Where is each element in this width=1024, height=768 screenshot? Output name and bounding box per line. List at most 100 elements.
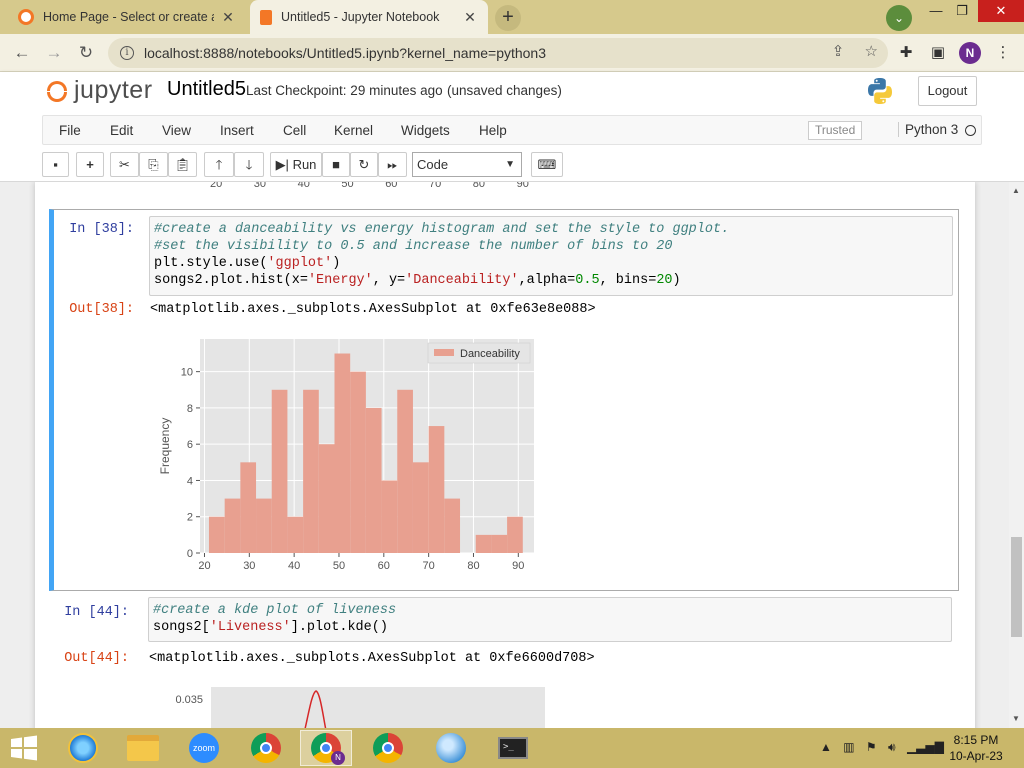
- move-up-icon[interactable]: 🡑︎: [204, 152, 234, 177]
- ytick-label: 6: [187, 439, 193, 451]
- run-label: Run: [292, 157, 317, 172]
- code-editor[interactable]: #create a danceability vs energy histogr…: [149, 216, 953, 296]
- share-icon[interactable]: ⇪: [832, 43, 845, 60]
- close-tab-icon[interactable]: ✕: [220, 9, 236, 26]
- jupyter-logo[interactable]: jupyter: [46, 76, 153, 105]
- interrupt-icon[interactable]: ■: [322, 152, 350, 177]
- chrome-alt-icon[interactable]: [362, 730, 414, 766]
- code-cell-44[interactable]: In [44]: #create a kde plot of liveness …: [49, 593, 959, 728]
- run-icon: ▶︎|: [275, 157, 289, 172]
- ytick-label: 10: [181, 367, 193, 379]
- file-explorer-icon[interactable]: [117, 730, 169, 766]
- logout-button[interactable]: Logout: [918, 76, 977, 106]
- side-panel-icon[interactable]: ▣: [925, 40, 951, 66]
- app-circle-icon[interactable]: [425, 730, 477, 766]
- ytick-label: 0: [187, 548, 193, 560]
- xtick-label: 60: [378, 560, 390, 572]
- notebook-container: 20 30 40 50 60 70 80 90 In [38]: #create a danc…: [35, 182, 975, 728]
- extensions-puzzle-icon[interactable]: ✚: [893, 40, 919, 66]
- jupyter-header: jupyter Untitled5 Last Checkpoint: 29 mi…: [0, 72, 1024, 182]
- ytick-label: 4: [187, 475, 193, 487]
- tab-search-chevron-icon[interactable]: ⌄: [886, 5, 912, 31]
- cell-type-select[interactable]: Code ▼: [412, 152, 522, 177]
- code-line: plt.style.use('ggplot'): [154, 256, 341, 271]
- chrome-icon[interactable]: [240, 730, 292, 766]
- histogram-bar: [224, 498, 241, 553]
- insert-cell-icon[interactable]: +: [76, 152, 104, 177]
- page-scrollbar[interactable]: ▲ ▼: [1009, 182, 1024, 728]
- previous-xtick-label: 80: [472, 182, 486, 190]
- signal-icon[interactable]: ▁▃▅▇: [907, 740, 944, 754]
- copy-icon[interactable]: ⎘: [139, 152, 168, 177]
- scrollbar-thumb[interactable]: [1011, 537, 1022, 637]
- close-window-button[interactable]: ✕: [978, 0, 1024, 22]
- menu-view[interactable]: View: [162, 123, 191, 138]
- terminal-icon[interactable]: >_: [487, 730, 539, 766]
- move-down-icon[interactable]: 🡓︎: [234, 152, 264, 177]
- ytick-label: 2: [187, 512, 193, 524]
- kernel-idle-icon: [965, 125, 976, 136]
- histogram-bar: [475, 534, 492, 553]
- restart-icon[interactable]: ↻: [350, 152, 378, 177]
- code-line: songs2.plot.hist(x='Energy', y='Danceabi…: [154, 273, 681, 288]
- close-tab-icon[interactable]: ✕: [462, 9, 478, 26]
- menu-insert[interactable]: Insert: [220, 123, 254, 138]
- tab-untitled5[interactable]: Untitled5 - Jupyter Notebook ✕: [250, 0, 488, 34]
- run-button[interactable]: ▶︎| Run: [270, 152, 322, 177]
- save-icon[interactable]: ▪: [42, 152, 69, 177]
- show-hidden-icons-icon[interactable]: ▲: [820, 740, 832, 754]
- paste-icon[interactable]: 📋︎: [168, 152, 197, 177]
- histogram-bar: [491, 534, 508, 553]
- notebook-scroll-area[interactable]: 20 30 40 50 60 70 80 90 In [38]: #create a danc…: [0, 182, 1024, 728]
- menu-help[interactable]: Help: [479, 123, 507, 138]
- more-menu-icon[interactable]: ⋮: [990, 40, 1016, 66]
- plot-background: [211, 687, 545, 728]
- previous-xtick-label: 60: [385, 182, 398, 190]
- menu-widgets[interactable]: Widgets: [401, 123, 450, 138]
- bookmark-star-icon[interactable]: ☆: [865, 43, 878, 60]
- code-cell-38[interactable]: In [38]: #create a danceability vs energ…: [49, 209, 959, 591]
- histogram-bar: [287, 516, 304, 553]
- code-line: #set the visibility to 0.5 and increase …: [154, 239, 673, 254]
- tab-home-page[interactable]: Home Page - Select or create a n ✕: [8, 0, 246, 34]
- histogram-bar: [397, 389, 413, 553]
- back-arrow-icon[interactable]: ←: [9, 40, 35, 66]
- scroll-down-icon[interactable]: ▼: [1012, 714, 1020, 723]
- forward-arrow-icon[interactable]: →: [41, 40, 67, 66]
- restart-run-all-icon[interactable]: ⏩︎: [378, 152, 407, 177]
- internet-explorer-icon[interactable]: [57, 730, 109, 766]
- previous-xtick-label: 40: [297, 182, 310, 190]
- code-editor[interactable]: #create a kde plot of liveness songs2['L…: [148, 597, 952, 642]
- windows-start-icon[interactable]: [10, 735, 38, 761]
- histogram-bar: [240, 462, 257, 553]
- new-tab-button[interactable]: +: [495, 5, 521, 31]
- xtick-label: 30: [243, 560, 255, 572]
- kernel-name[interactable]: Python 3: [898, 122, 958, 137]
- address-bar[interactable]: i localhost:8888/notebooks/Untitled5.ipy…: [108, 38, 888, 68]
- scroll-up-icon[interactable]: ▲: [1012, 186, 1020, 195]
- reload-icon[interactable]: ↻: [73, 40, 99, 66]
- volume-icon[interactable]: 🔊︎: [888, 740, 896, 754]
- menu-edit[interactable]: Edit: [110, 123, 133, 138]
- site-info-icon[interactable]: i: [120, 46, 134, 60]
- trusted-indicator[interactable]: Trusted: [808, 121, 863, 140]
- tab-title: Untitled5 - Jupyter Notebook: [281, 10, 440, 24]
- xtick-label: 80: [467, 560, 479, 572]
- command-palette-keyboard-icon[interactable]: ⌨: [531, 152, 563, 177]
- network-icon[interactable]: ▥: [843, 740, 854, 754]
- output-text: <matplotlib.axes._subplots.AxesSubplot a…: [149, 651, 595, 666]
- menu-cell[interactable]: Cell: [283, 123, 306, 138]
- maximize-window-button[interactable]: ❐: [942, 0, 982, 22]
- zoom-app-icon[interactable]: zoom: [178, 730, 230, 766]
- cut-icon[interactable]: ✂: [110, 152, 139, 177]
- taskbar-clock[interactable]: 8:15 PM 10-Apr-23: [940, 732, 1012, 764]
- notebook-name[interactable]: Untitled5: [167, 78, 246, 101]
- histogram-bar: [507, 516, 523, 553]
- output-text: <matplotlib.axes._subplots.AxesSubplot a…: [150, 302, 596, 317]
- profile-avatar[interactable]: N: [959, 42, 981, 64]
- menu-kernel[interactable]: Kernel: [334, 123, 373, 138]
- notebook-favicon-icon: [260, 9, 272, 25]
- flag-icon[interactable]: ⚑: [866, 740, 877, 754]
- menu-file[interactable]: File: [59, 123, 81, 138]
- chrome-profile-icon[interactable]: N: [300, 730, 352, 766]
